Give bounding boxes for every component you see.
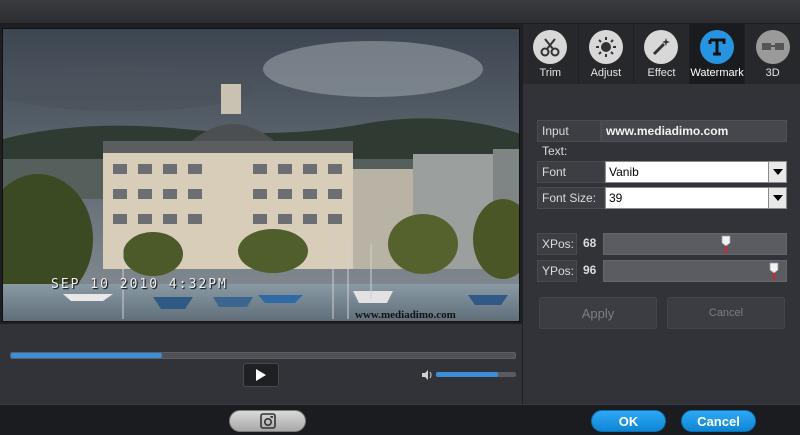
font-size-label: Font Size: [537,187,605,209]
bottom-bar: OK Cancel [0,404,800,435]
edit-tabs: Trim Adjust Effect Watermark 3D [523,24,800,84]
snapshot-button[interactable] [229,410,306,432]
xpos-value: 68 [583,236,597,250]
font-name-select[interactable]: Vanib [605,161,787,183]
cancel-watermark-button[interactable]: Cancel [667,297,785,329]
video-timestamp: SEP 10 2010 4:32PM [51,277,228,292]
scissors-icon [533,30,568,64]
title-bar [0,0,800,24]
ypos-slider-thumb[interactable] [769,262,779,280]
input-text-label: Input Text: [537,120,601,158]
play-icon [256,369,266,381]
ypos-label: YPos: [537,260,577,282]
tab-label: Watermark [690,67,744,79]
text-t-icon [700,30,735,64]
chevron-down-icon [768,162,786,182]
ypos-slider[interactable] [603,260,787,282]
apply-button[interactable]: Apply [539,297,657,329]
watermark-preview-text: www.mediadimo.com [355,309,456,321]
tab-trim[interactable]: Trim [523,24,579,84]
tab-3d[interactable]: 3D [745,24,800,84]
xpos-label: XPos: [537,233,577,255]
tab-label: Effect [647,67,676,79]
progress-bar[interactable] [10,352,516,359]
watermark-editor-window: SEP 10 2010 4:32PM www.mediadimo.com Tri… [0,0,800,435]
video-frame: SEP 10 2010 4:32PM www.mediadimo.com [2,28,520,322]
font-name-label: Font Name: [537,161,605,199]
3d-glasses-icon [755,30,790,64]
ypos-value: 96 [583,263,597,277]
video-preview-area: SEP 10 2010 4:32PM www.mediadimo.com [0,24,522,324]
ok-button[interactable]: OK [591,410,666,432]
font-size-value: 39 [609,191,623,205]
xpos-slider-thumb[interactable] [721,235,731,253]
volume-slider[interactable] [436,372,516,377]
playback-controls [0,324,522,404]
brightness-icon [588,30,623,64]
magic-wand-icon [644,30,679,64]
play-button[interactable] [243,363,279,387]
tab-label: 3D [765,67,780,79]
chevron-down-icon [768,188,786,208]
tab-watermark[interactable]: Watermark [689,24,746,84]
font-size-select[interactable]: 39 [605,187,787,209]
tab-adjust[interactable]: Adjust [579,24,635,84]
volume-icon[interactable] [422,370,434,380]
tab-label: Adjust [590,67,622,79]
tab-label: Trim [539,67,562,79]
cancel-button[interactable]: Cancel [681,410,756,432]
font-name-value: Vanib [609,165,639,179]
camera-icon [259,413,276,429]
input-text-field[interactable]: www.mediadimo.com [601,120,787,142]
tab-effect[interactable]: Effect [634,24,690,84]
edit-panel: Trim Adjust Effect Watermark 3D Input Te… [522,24,800,404]
xpos-slider[interactable] [603,233,787,255]
volume-slider-fill [436,372,499,377]
progress-bar-fill [11,353,163,358]
